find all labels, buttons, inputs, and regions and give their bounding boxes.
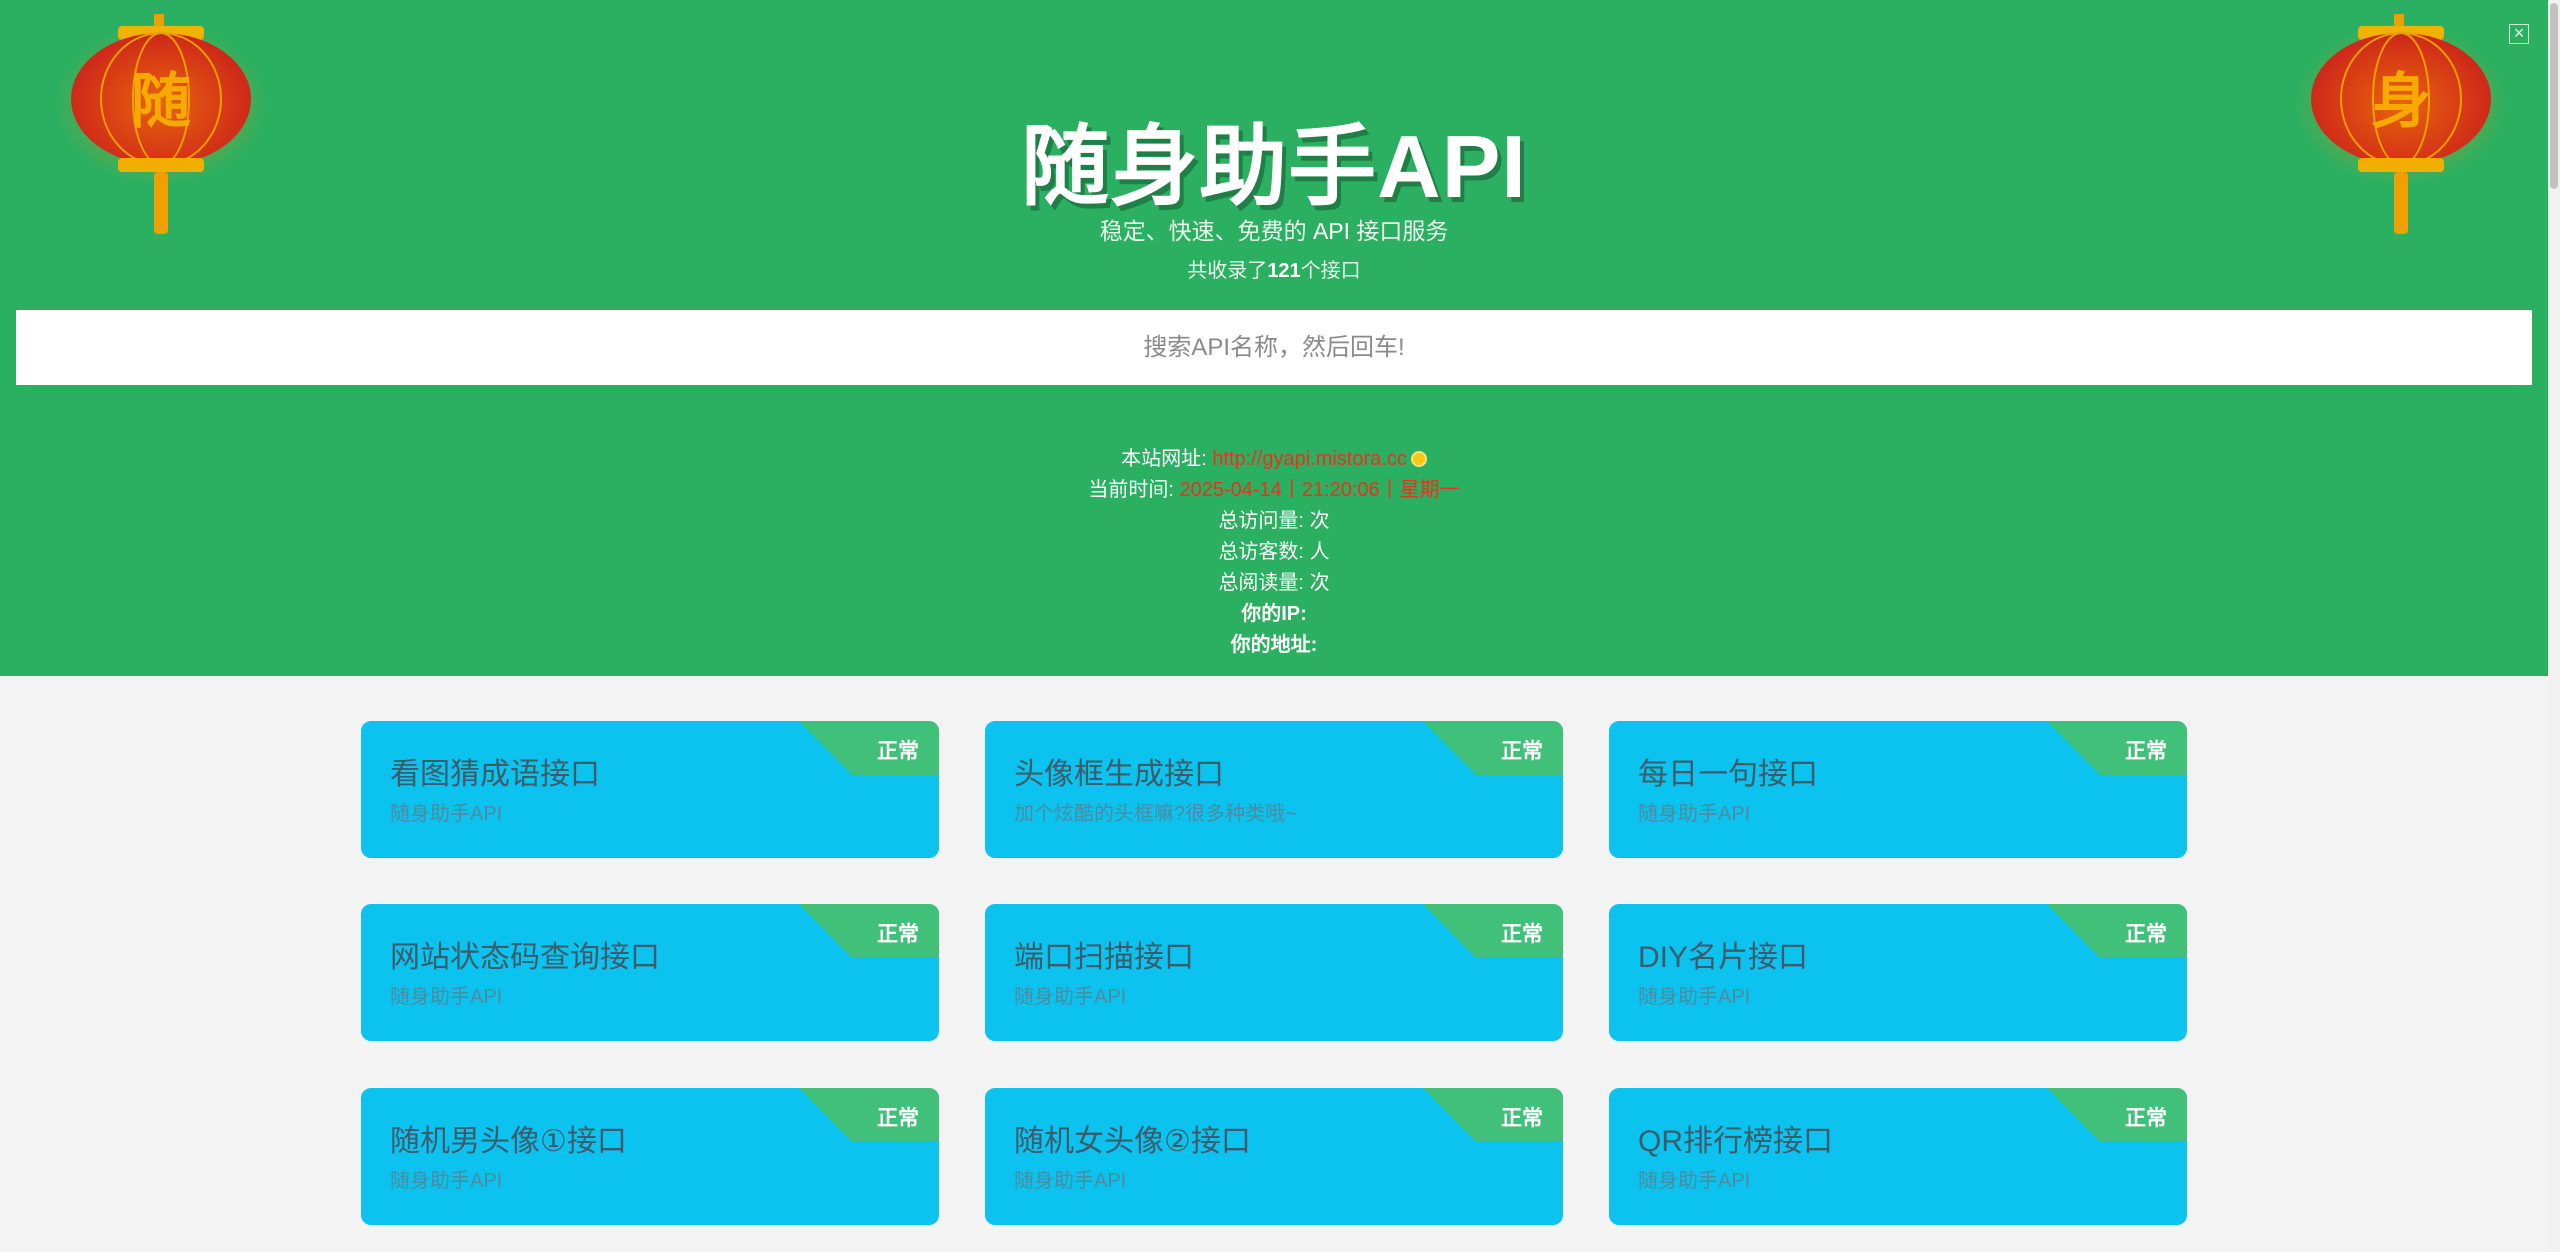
api-card-title: QR排行榜接口 bbox=[1638, 1125, 1833, 1158]
close-icon[interactable]: × bbox=[2509, 24, 2529, 44]
api-card-desc: 随身助手API bbox=[390, 1170, 503, 1192]
current-time-row: 当前时间: 2025-04-14丨21:20:06丨星期一 bbox=[1088, 479, 1460, 501]
api-card-desc: 随身助手API bbox=[390, 803, 503, 825]
api-card-title: 网站状态码查询接口 bbox=[390, 941, 660, 974]
api-card[interactable]: 正常 QR排行榜接口 随身助手API bbox=[1609, 1088, 2187, 1225]
api-card[interactable]: 正常 头像框生成接口 加个炫酷的头框嘛?很多种类哦~ bbox=[985, 721, 1563, 858]
api-card-title: DIY名片接口 bbox=[1638, 941, 1809, 974]
api-card[interactable]: 正常 每日一句接口 随身助手API bbox=[1609, 721, 2187, 858]
api-card[interactable]: 正常 DIY名片接口 随身助手API bbox=[1609, 904, 2187, 1041]
total-visits-row: 总访问量: 次 bbox=[1218, 510, 1330, 532]
your-address-row: 你的地址: bbox=[1230, 634, 1318, 656]
api-card[interactable]: 正常 随机女头像②接口 随身助手API bbox=[985, 1088, 1563, 1225]
api-card-title: 随机男头像①接口 bbox=[390, 1125, 627, 1158]
api-card-desc: 随身助手API bbox=[1638, 1170, 1751, 1192]
status-badge-label: 正常 bbox=[1501, 1107, 1543, 1130]
hero-banner: 随 身 × 随身助手API 稳定、快速、免费的 API 接口服务 共收录了121… bbox=[0, 0, 2548, 676]
api-card-desc: 随身助手API bbox=[1638, 986, 1751, 1008]
api-card-title: 每日一句接口 bbox=[1638, 758, 1818, 791]
api-card-title: 随机女头像②接口 bbox=[1014, 1125, 1251, 1158]
api-card[interactable]: 正常 看图猜成语接口 随身助手API bbox=[361, 721, 939, 858]
status-badge-label: 正常 bbox=[877, 923, 919, 946]
scrollbar-thumb[interactable] bbox=[2550, 3, 2558, 189]
site-url-link[interactable]: http://gyapi.mistora.cc bbox=[1212, 448, 1407, 470]
site-info: 本站网址: http://gyapi.mistora.cc 当前时间: 2025… bbox=[0, 444, 2548, 661]
search-input[interactable] bbox=[16, 310, 2532, 385]
status-badge-label: 正常 bbox=[1501, 923, 1543, 946]
api-card-desc: 随身助手API bbox=[1014, 986, 1127, 1008]
api-card[interactable]: 正常 随机男头像①接口 随身助手API bbox=[361, 1088, 939, 1225]
page-subtitle: 稳定、快速、免费的 API 接口服务 bbox=[1099, 218, 1449, 244]
api-card-desc: 随身助手API bbox=[390, 986, 503, 1008]
status-badge-label: 正常 bbox=[877, 740, 919, 763]
page-title: 随身助手API bbox=[1021, 117, 1527, 216]
page-scrollbar[interactable] bbox=[2548, 0, 2560, 1252]
api-card-title: 端口扫描接口 bbox=[1014, 941, 1194, 974]
status-badge-label: 正常 bbox=[2125, 740, 2167, 763]
api-card[interactable]: 正常 网站状态码查询接口 随身助手API bbox=[361, 904, 939, 1041]
api-card[interactable]: 正常 端口扫描接口 随身助手API bbox=[985, 904, 1563, 1041]
api-card-desc: 加个炫酷的头框嘛?很多种类哦~ bbox=[1014, 803, 1297, 825]
api-count: 共收录了121个接口 bbox=[1187, 260, 1361, 282]
total-reads-row: 总阅读量: 次 bbox=[1218, 572, 1330, 594]
status-badge-label: 正常 bbox=[2125, 923, 2167, 946]
status-badge-label: 正常 bbox=[877, 1107, 919, 1130]
total-visitors-row: 总访客数: 人 bbox=[1218, 541, 1330, 563]
api-card-title: 头像框生成接口 bbox=[1014, 758, 1224, 791]
site-url-row: 本站网址: http://gyapi.mistora.cc bbox=[0, 444, 2548, 475]
sun-icon bbox=[1410, 451, 1427, 467]
api-card-title: 看图猜成语接口 bbox=[390, 758, 600, 791]
status-badge-label: 正常 bbox=[2125, 1107, 2167, 1130]
your-ip-row: 你的IP: bbox=[1241, 603, 1307, 625]
api-card-desc: 随身助手API bbox=[1638, 803, 1751, 825]
status-badge-label: 正常 bbox=[1501, 740, 1543, 763]
api-card-desc: 随身助手API bbox=[1014, 1170, 1127, 1192]
